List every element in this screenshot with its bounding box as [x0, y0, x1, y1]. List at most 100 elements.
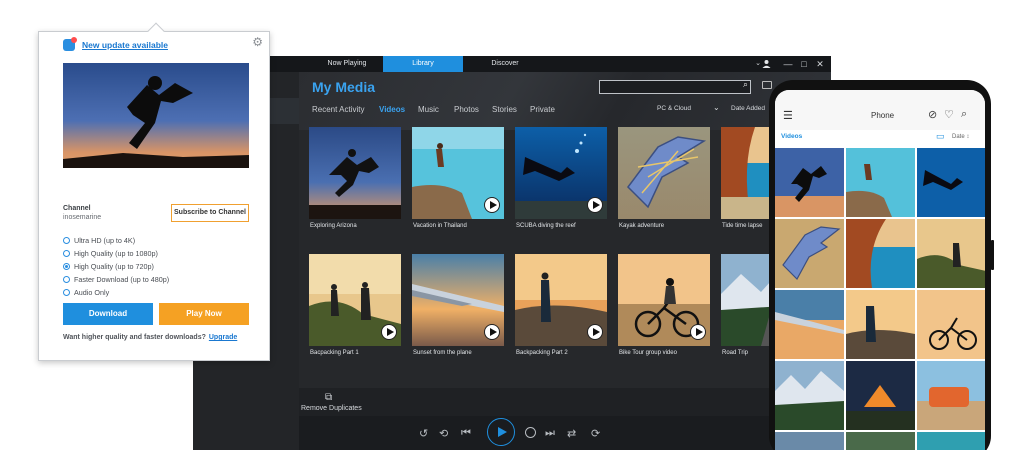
search-icon[interactable]: ⌕ [743, 79, 748, 90]
phone-thumbnail[interactable] [917, 148, 985, 217]
quality-option[interactable]: High Quality (up to 720p) [63, 262, 154, 271]
play-icon[interactable] [587, 197, 603, 213]
search-icon[interactable]: ⌕ [961, 108, 967, 121]
radio-button[interactable] [63, 276, 70, 283]
phone-thumbnail[interactable] [917, 219, 985, 288]
phone-thumbnail[interactable] [846, 361, 915, 430]
nav-private[interactable]: Private [530, 105, 555, 114]
media-tile[interactable]: Exploring Arizona [309, 127, 401, 237]
tile-label: Bacpacking Part 1 [310, 350, 359, 356]
option-label: Audio Only [74, 288, 110, 297]
media-tile[interactable]: Bacpacking Part 1 [309, 254, 401, 364]
menu-icon[interactable]: ☰ [783, 109, 793, 122]
phone-thumbnail[interactable] [917, 361, 985, 430]
phone-thumbnail[interactable] [775, 148, 844, 217]
nav-music[interactable]: Music [418, 105, 439, 114]
radio-button-selected[interactable] [63, 263, 70, 270]
library-content: My Media ⌕ Recent Activity Videos Music … [299, 72, 831, 450]
tab-library[interactable]: Library [383, 56, 463, 72]
stop-icon[interactable] [525, 427, 536, 438]
nav-recent-activity[interactable]: Recent Activity [312, 105, 364, 114]
play-icon[interactable] [587, 324, 603, 340]
next-icon[interactable]: ⏭ [545, 427, 555, 440]
phone-section-label: Videos [781, 133, 803, 140]
play-icon[interactable] [381, 324, 397, 340]
quality-option[interactable]: Ultra HD (up to 4K) [63, 236, 135, 245]
phone-thumbnail[interactable] [917, 290, 985, 359]
option-label: High Quality (up to 1080p) [74, 249, 158, 258]
cast-icon[interactable] [762, 81, 772, 89]
tile-label: Tide time lapse [722, 223, 763, 229]
subscribe-button[interactable]: Subscribe to Channel [171, 204, 249, 222]
nav-photos[interactable]: Photos [454, 105, 479, 114]
phone-thumbnail[interactable] [775, 361, 844, 430]
radio-button[interactable] [63, 250, 70, 257]
phone-thumbnail[interactable] [846, 432, 915, 450]
upgrade-link[interactable]: Upgrade [209, 334, 237, 341]
duplicate-icon[interactable]: ⧉ [325, 392, 332, 403]
gear-icon[interactable]: ⚙ [252, 35, 263, 49]
tile-label: SCUBA diving the reef [516, 223, 576, 229]
option-label: Faster Download (up to 480p) [74, 275, 170, 284]
quality-option[interactable]: Audio Only [63, 288, 109, 297]
media-tile[interactable]: Kayak adventure [618, 127, 710, 237]
tab-discover[interactable]: Discover [463, 56, 547, 72]
minimize-button[interactable]: — [781, 56, 795, 72]
shuffle-icon[interactable]: ⇄ [567, 427, 576, 440]
duplicates-bar: ⧉ Remove Duplicates [299, 388, 831, 416]
channel-name: inosemarine [63, 214, 102, 221]
search-input[interactable]: ⌕ [599, 79, 751, 94]
remove-duplicates-button[interactable]: Remove Duplicates [301, 405, 362, 412]
folder-icon[interactable]: ▭ [936, 131, 945, 142]
close-button[interactable]: ✕ [813, 56, 827, 72]
speed-icon[interactable]: ⟳ [591, 427, 600, 440]
media-tile[interactable]: Sunset from the plane [412, 254, 504, 364]
phone-thumbnail[interactable] [775, 219, 844, 288]
tab-now-playing[interactable]: Now Playing [299, 56, 395, 72]
nav-videos[interactable]: Videos [379, 105, 405, 114]
play-now-button[interactable]: Play Now [159, 303, 249, 325]
chevron-down-icon[interactable]: ⌄ [713, 103, 720, 112]
nav-stories[interactable]: Stories [492, 105, 517, 114]
phone-sort[interactable]: Date ↕ [952, 134, 969, 140]
sort-dropdown[interactable]: Date Added [731, 105, 765, 112]
media-tile[interactable]: Backpacking Part 2 [515, 254, 607, 364]
phone-thumbnail[interactable] [846, 148, 915, 217]
phone-thumbnail[interactable] [917, 432, 985, 450]
upgrade-prompt: Want higher quality and faster downloads… [63, 334, 237, 341]
media-player-window: Now Playing Library Discover ⌄ — □ ✕ My … [193, 56, 831, 450]
phone-thumbnail[interactable] [775, 432, 844, 450]
phone-thumbnail[interactable] [775, 290, 844, 359]
phone-screen: ☰ Phone ⊘ ♡ ⌕ Videos ▭ Date ↕ [775, 90, 985, 450]
maximize-button[interactable]: □ [797, 56, 811, 72]
phone-thumbnail[interactable] [846, 290, 915, 359]
quality-option[interactable]: High Quality (up to 1080p) [63, 249, 158, 258]
quality-option[interactable]: Faster Download (up to 480p) [63, 275, 169, 284]
previous-icon[interactable]: ⏮ [461, 427, 471, 440]
tile-label: Road Trip [722, 350, 749, 356]
source-filter[interactable]: PC & Cloud [657, 105, 691, 112]
media-tile[interactable]: SCUBA diving the reef [515, 127, 607, 237]
radio-button[interactable] [63, 237, 70, 244]
heart-icon[interactable]: ♡ [944, 108, 954, 121]
play-button[interactable] [487, 418, 515, 446]
repeat-icon[interactable]: ⟲ [439, 427, 448, 440]
radio-button[interactable] [63, 289, 70, 296]
tile-label: Vacation in Thailand [413, 223, 467, 229]
phone-device: ☰ Phone ⊘ ♡ ⌕ Videos ▭ Date ↕ [769, 80, 994, 450]
channel-label: Channel [63, 205, 91, 212]
screenshot-stage: Now Playing Library Discover ⌄ — □ ✕ My … [0, 0, 1024, 450]
play-icon[interactable] [484, 197, 500, 213]
check-circle-icon[interactable]: ⊘ [928, 108, 937, 121]
popup-notch [147, 22, 165, 40]
download-button[interactable]: Download [63, 303, 153, 325]
play-icon[interactable] [484, 324, 500, 340]
phone-thumbnail[interactable] [846, 219, 915, 288]
media-tile[interactable]: Vacation in Thailand [412, 127, 504, 237]
user-icon[interactable] [759, 56, 773, 72]
media-tile[interactable]: Bike Tour group video [618, 254, 710, 364]
update-link[interactable]: New update available [82, 40, 168, 50]
rewind-icon[interactable]: ↺ [419, 427, 428, 440]
play-icon[interactable] [690, 324, 706, 340]
tile-label: Bike Tour group video [619, 350, 677, 356]
